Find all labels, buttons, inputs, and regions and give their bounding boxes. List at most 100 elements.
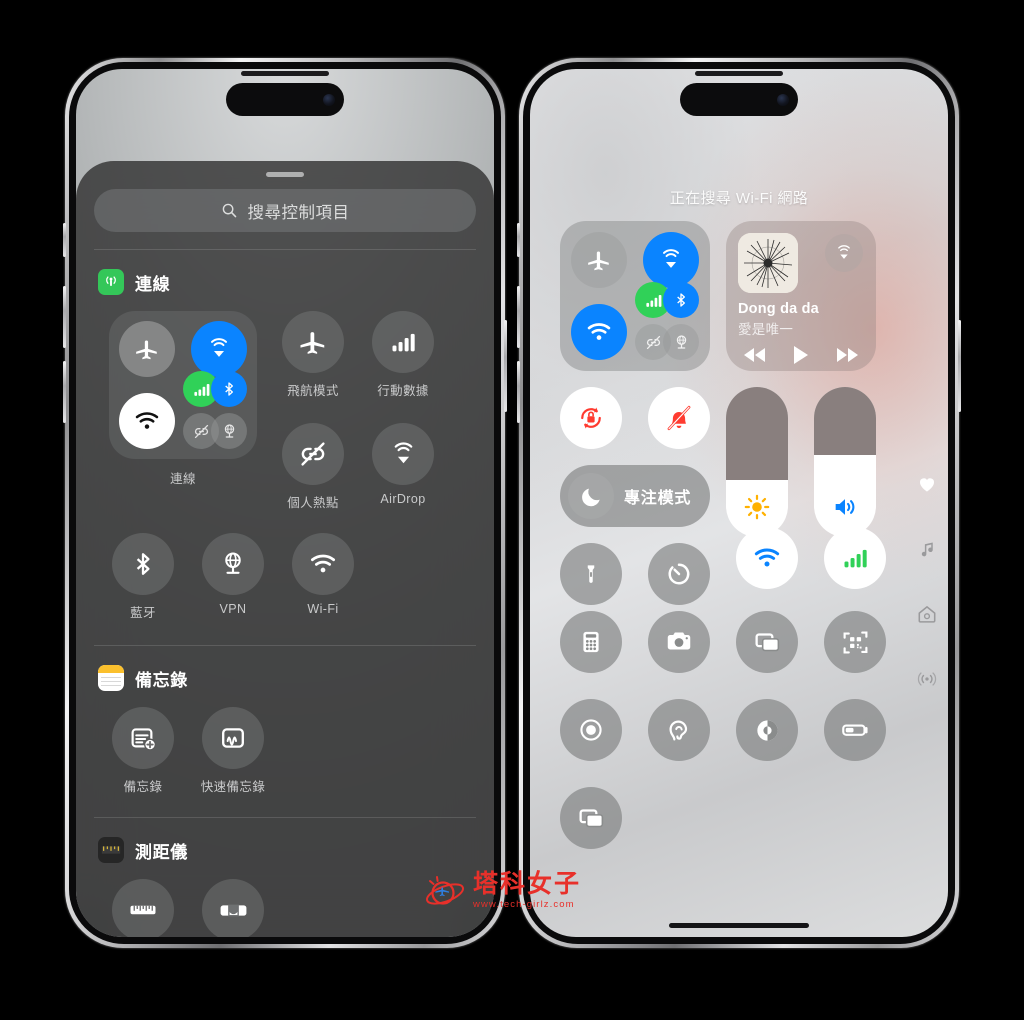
- volume-icon: [835, 499, 855, 515]
- volume-slider[interactable]: [814, 387, 876, 537]
- tile-wifi[interactable]: Wi-Fi: [278, 533, 368, 621]
- rotation-lock-button[interactable]: [560, 387, 622, 449]
- tile-label: 個人熱點: [287, 496, 339, 510]
- music-note-icon[interactable]: [917, 538, 938, 559]
- tile-circle: [282, 311, 344, 373]
- calculator-icon: [583, 631, 599, 653]
- left-volume-up[interactable]: [63, 286, 66, 348]
- code-scanner-button[interactable]: [824, 611, 886, 673]
- notes-app-icon: [98, 665, 124, 691]
- rotation-lock-icon: [581, 407, 601, 429]
- tile-new-note[interactable]: 備忘錄: [98, 707, 188, 795]
- play-icon[interactable]: [792, 345, 810, 365]
- tile-measure[interactable]: 測距儀: [98, 879, 188, 937]
- low-power-mode-button[interactable]: [824, 699, 886, 761]
- section-header-measure: 測距儀: [98, 837, 494, 863]
- module-bluetooth-toggle[interactable]: [663, 282, 699, 318]
- home-icon[interactable]: [916, 603, 938, 625]
- measure-app-icon: [98, 837, 124, 863]
- right-power-button[interactable]: [958, 320, 961, 412]
- right-volume-down[interactable]: [517, 361, 520, 423]
- ruler-icon: [130, 905, 156, 915]
- tile-cellular-data[interactable]: 行動數據: [358, 311, 448, 399]
- hearing-button[interactable]: [648, 699, 710, 761]
- brightness-slider[interactable]: [726, 387, 788, 537]
- camera-icon: [667, 632, 691, 650]
- wifi-quick-button[interactable]: [736, 527, 798, 589]
- tile-bluetooth[interactable]: 藍牙: [98, 533, 188, 621]
- connectivity-module[interactable]: [560, 221, 710, 371]
- tile-airplane-mode[interactable]: 飛航模式: [268, 311, 358, 399]
- dark-mode-button[interactable]: [736, 699, 798, 761]
- cellular-bars-icon: [844, 549, 867, 568]
- section-title: 測距儀: [135, 842, 188, 862]
- flashlight-button[interactable]: [560, 543, 622, 605]
- module-airplane-toggle[interactable]: [571, 232, 627, 288]
- search-input[interactable]: 搜尋控制項目: [94, 189, 476, 232]
- tile-circle: [282, 423, 344, 485]
- control-grid: [560, 611, 918, 849]
- silent-mode-button[interactable]: [648, 387, 710, 449]
- divider: [94, 817, 476, 818]
- camera-button[interactable]: [648, 611, 710, 673]
- connectivity-module[interactable]: [109, 311, 257, 459]
- airplane-icon: [588, 251, 609, 271]
- rewind-icon[interactable]: [744, 346, 768, 364]
- screen-recording-button[interactable]: [560, 699, 622, 761]
- bluetooth-icon: [225, 382, 233, 396]
- module-bluetooth-toggle[interactable]: [211, 371, 247, 407]
- calculator-button[interactable]: [560, 611, 622, 673]
- timer-button[interactable]: [648, 543, 710, 605]
- tile-circle: [202, 533, 264, 595]
- home-indicator[interactable]: [669, 923, 809, 928]
- watermark-url: www.tech-girlz.com: [473, 899, 575, 910]
- ear-icon: [669, 720, 688, 741]
- media-controls: [738, 345, 864, 365]
- cellular-quick-button[interactable]: [824, 527, 886, 589]
- tile-personal-hotspot[interactable]: 個人熱點: [268, 423, 358, 511]
- brightness-icon: [744, 494, 770, 520]
- now-playing-module[interactable]: Dong da da 愛是唯一: [726, 221, 876, 371]
- tile-vpn[interactable]: VPN: [188, 533, 278, 621]
- screen-mirroring-button-2[interactable]: [560, 787, 622, 849]
- left-power-button[interactable]: [504, 320, 507, 412]
- airdrop-icon: [211, 338, 227, 357]
- module-wifi-toggle[interactable]: [119, 393, 175, 449]
- album-artwork: [738, 233, 798, 293]
- module-vpn-toggle[interactable]: [211, 413, 247, 449]
- tile-label: 飛航模式: [287, 384, 339, 398]
- tile-level[interactable]: 水平儀: [188, 879, 278, 937]
- bluetooth-icon: [136, 553, 150, 575]
- divider: [94, 249, 476, 250]
- broadcast-icon[interactable]: [916, 669, 938, 689]
- right-mute-switch[interactable]: [517, 223, 520, 257]
- heart-icon[interactable]: [916, 474, 938, 494]
- section-title: 備忘錄: [135, 670, 188, 690]
- screen-mirroring-button[interactable]: [736, 611, 798, 673]
- tile-airdrop[interactable]: AirDrop: [358, 423, 448, 511]
- wifi-status-text: 正在搜尋 Wi-Fi 網路: [669, 190, 809, 207]
- left-volume-down[interactable]: [63, 361, 66, 423]
- tile-label: Wi-Fi: [307, 602, 339, 616]
- cellular-bars-icon: [645, 294, 661, 307]
- module-vpn-toggle[interactable]: [663, 324, 699, 360]
- fast-forward-icon[interactable]: [834, 346, 858, 364]
- dynamic-island: [680, 83, 798, 116]
- left-mute-switch[interactable]: [63, 223, 66, 257]
- module-airplane-toggle[interactable]: [119, 321, 175, 377]
- flashlight-icon: [587, 565, 595, 583]
- module-airdrop-toggle[interactable]: [643, 232, 699, 288]
- module-airdrop-toggle[interactable]: [191, 321, 247, 377]
- module-wifi-toggle[interactable]: [571, 304, 627, 360]
- airplane-icon: [136, 340, 157, 360]
- track-title: Dong da da: [738, 301, 819, 317]
- right-volume-up[interactable]: [517, 286, 520, 348]
- section-title: 連線: [135, 274, 171, 294]
- cellular-bars-icon: [193, 383, 209, 396]
- watermark-brand: 塔科女子: [473, 870, 582, 898]
- airplay-button[interactable]: [825, 234, 863, 272]
- focus-mode-button[interactable]: 專注模式: [560, 465, 710, 527]
- tile-quick-note[interactable]: 快速備忘錄: [188, 707, 278, 795]
- wifi-icon: [135, 412, 159, 429]
- sheet-grabber[interactable]: [266, 172, 304, 177]
